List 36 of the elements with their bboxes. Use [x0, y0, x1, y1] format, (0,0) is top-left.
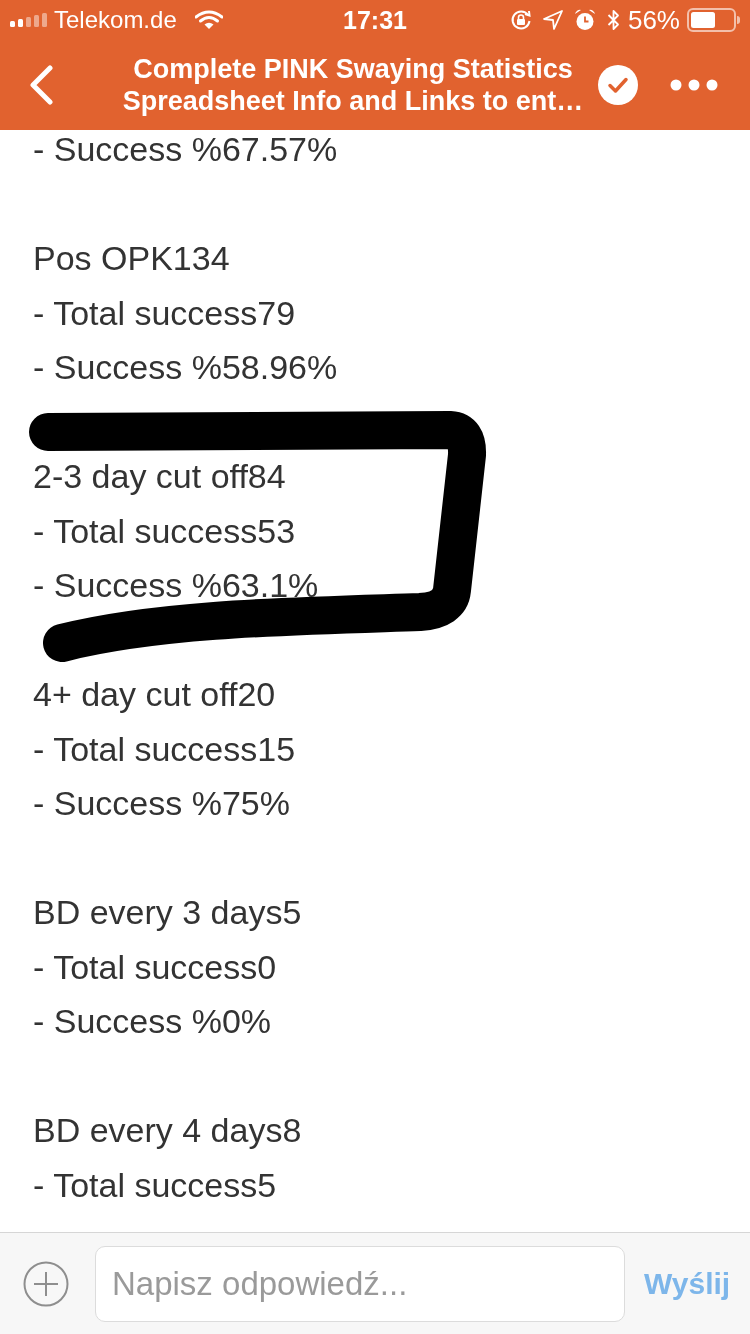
back-button[interactable]	[28, 65, 54, 105]
message-line: - Success %67.57%	[33, 130, 338, 168]
more-dots-icon	[670, 79, 718, 91]
battery-icon	[687, 8, 740, 32]
message-line: 2-3 day cut off84	[33, 457, 286, 495]
battery-percent: 56%	[627, 4, 680, 36]
message-line: Pos OPK134	[33, 239, 230, 277]
message-line: - Total success79	[33, 293, 296, 332]
send-button[interactable]: Wyślij	[644, 1266, 731, 1301]
location-arrow-icon	[542, 10, 563, 30]
message-line: - Total success5	[33, 1165, 277, 1204]
more-button[interactable]	[670, 79, 718, 91]
reply-input-field[interactable]: Napisz odpowiedź...	[95, 1245, 625, 1322]
chevron-left-icon	[28, 65, 54, 105]
message-line: - Success %75%	[33, 784, 290, 822]
bluetooth-icon	[606, 9, 620, 31]
message-line: 4+ day cut off20	[33, 675, 276, 713]
message-line: - Success %0%	[33, 1002, 272, 1040]
carrier-name: Telekom.de	[54, 6, 177, 34]
thread-title: Complete PINK Swaying Statistics Spreadsheet Info and Links to ent…	[121, 53, 585, 117]
clock-time: 17:31	[343, 5, 407, 35]
plus-circle-icon	[23, 1260, 69, 1307]
message-line: - Total success0	[33, 947, 277, 986]
wifi-icon	[194, 10, 223, 30]
rotation-lock-icon	[509, 9, 532, 31]
message-line: - Total success53	[33, 511, 296, 550]
checkmark-circle-icon	[598, 65, 638, 105]
message-line: - Success %63.1%	[33, 566, 319, 604]
signal-icon	[10, 13, 48, 27]
mark-done-button[interactable]	[598, 65, 638, 105]
message-line: - Success %58.96%	[33, 348, 338, 386]
message-line: BD every 4 days8	[33, 1111, 302, 1149]
message-line: BD every 3 days5	[33, 893, 302, 931]
alarm-clock-icon	[573, 9, 596, 31]
add-attachment-button[interactable]	[23, 1260, 69, 1307]
message-line: - Total success15	[33, 729, 296, 768]
